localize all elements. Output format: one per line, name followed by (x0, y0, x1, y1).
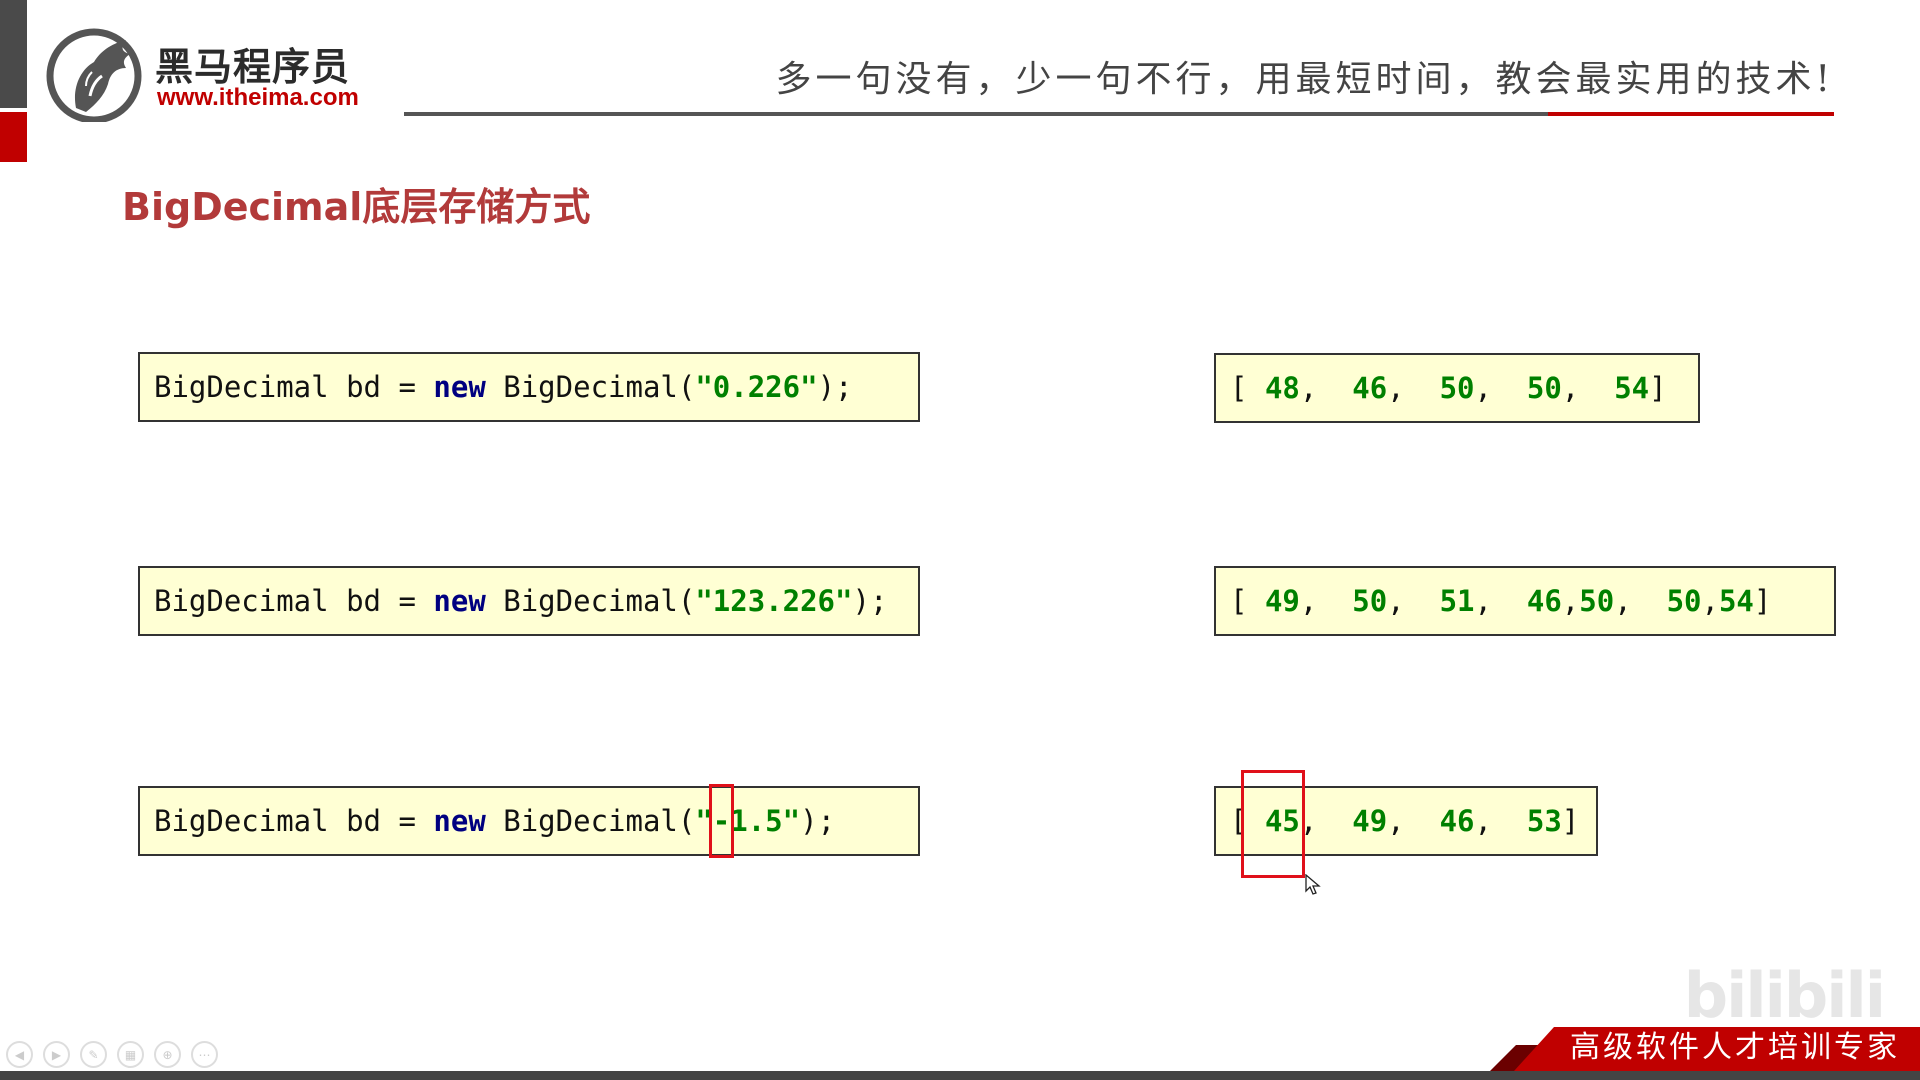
highlight-rectangle (1241, 770, 1305, 878)
code-arg: 0.226 (712, 370, 801, 404)
array-value: 50 (1439, 371, 1475, 405)
array-value: 50 (1579, 584, 1615, 618)
code-arg: 1.5 (730, 804, 783, 838)
code-type: BigDecimal (154, 584, 329, 618)
array-value: 46 (1526, 584, 1562, 618)
player-controls: ◀ ▶ ✎ ▦ ⊕ ⋯ (6, 1041, 218, 1068)
code-quote-close: " (835, 584, 853, 618)
slogan: 多一句没有，少一句不行，用最短时间，教会最实用的技术! (775, 59, 1834, 100)
bottom-bar (0, 1071, 1920, 1080)
code-arg: 123.226 (712, 584, 836, 618)
array-close: ] (1561, 804, 1580, 838)
array-value: 46 (1439, 804, 1475, 838)
footer-tagline: 高级软件人才培训专家 (1570, 1030, 1900, 1065)
array-value: 48 (1264, 371, 1300, 405)
array-value: 53 (1526, 804, 1562, 838)
array-box-2: [ 49, 50, 51, 46,50, 50,54] (1214, 566, 1836, 636)
code-type: BigDecimal (154, 370, 329, 404)
code-box-3: BigDecimal bd = new BigDecimal("-1.5"); (138, 784, 920, 858)
code-quote-open: " (695, 804, 713, 838)
pen-icon[interactable]: ✎ (80, 1041, 107, 1068)
array-box-1: [ 48, 46, 50, 50, 54] (1214, 353, 1700, 423)
array-value: 50 (1352, 584, 1388, 618)
code-tail: ); (817, 370, 853, 404)
code-tail: ); (852, 584, 888, 618)
zoom-icon[interactable]: ⊕ (154, 1041, 181, 1068)
code-box-2: BigDecimal bd = new BigDecimal("123.226"… (138, 566, 920, 636)
code-eq: = (398, 370, 416, 404)
header-divider (404, 112, 1834, 116)
code-tail: ); (800, 804, 836, 838)
code-quote-close: " (782, 804, 801, 838)
array-open: [ (1230, 371, 1248, 405)
code-var: bd (346, 804, 381, 838)
highlighted-minus-sign: - (708, 784, 735, 858)
array-close: ] (1753, 584, 1772, 618)
code-eq: = (398, 584, 416, 618)
code-quote-open: " (695, 370, 713, 404)
horse-head-logo-icon (46, 26, 148, 124)
code-eq: = (398, 804, 416, 838)
prev-icon[interactable]: ◀ (6, 1041, 33, 1068)
more-icon[interactable]: ⋯ (191, 1041, 218, 1068)
array-open: [ (1230, 584, 1248, 618)
code-keyword-new: new (433, 370, 486, 404)
next-icon[interactable]: ▶ (43, 1041, 70, 1068)
edge-accent-dark (0, 0, 27, 108)
array-value: 49 (1264, 584, 1300, 618)
code-ctor: BigDecimal( (503, 370, 696, 404)
array-value: 50 (1526, 371, 1562, 405)
code-type: BigDecimal (154, 804, 329, 838)
array-value: 51 (1439, 584, 1475, 618)
edge-accent-red (0, 112, 27, 162)
array-value: 54 (1614, 371, 1650, 405)
code-ctor: BigDecimal( (503, 804, 696, 838)
array-close: ] (1649, 371, 1667, 405)
grid-icon[interactable]: ▦ (117, 1041, 144, 1068)
code-box-1: BigDecimal bd = new BigDecimal("0.226"); (138, 352, 920, 422)
code-var: bd (346, 584, 381, 618)
code-keyword-new: new (433, 584, 486, 618)
slide-title: BigDecimal底层存储方式 (122, 185, 591, 229)
code-quote-close: " (800, 370, 818, 404)
array-value: 49 (1352, 804, 1388, 838)
brand-name: 黑马程序员 (155, 45, 351, 89)
code-ctor: BigDecimal( (503, 584, 696, 618)
array-value: 46 (1352, 371, 1388, 405)
array-value: 54 (1718, 584, 1754, 618)
code-var: bd (346, 370, 381, 404)
brand-url: www.itheima.com (157, 84, 359, 111)
code-quote-open: " (695, 584, 713, 618)
array-value: 50 (1666, 584, 1702, 618)
code-keyword-new: new (433, 804, 486, 838)
mouse-pointer-icon (1305, 873, 1321, 896)
